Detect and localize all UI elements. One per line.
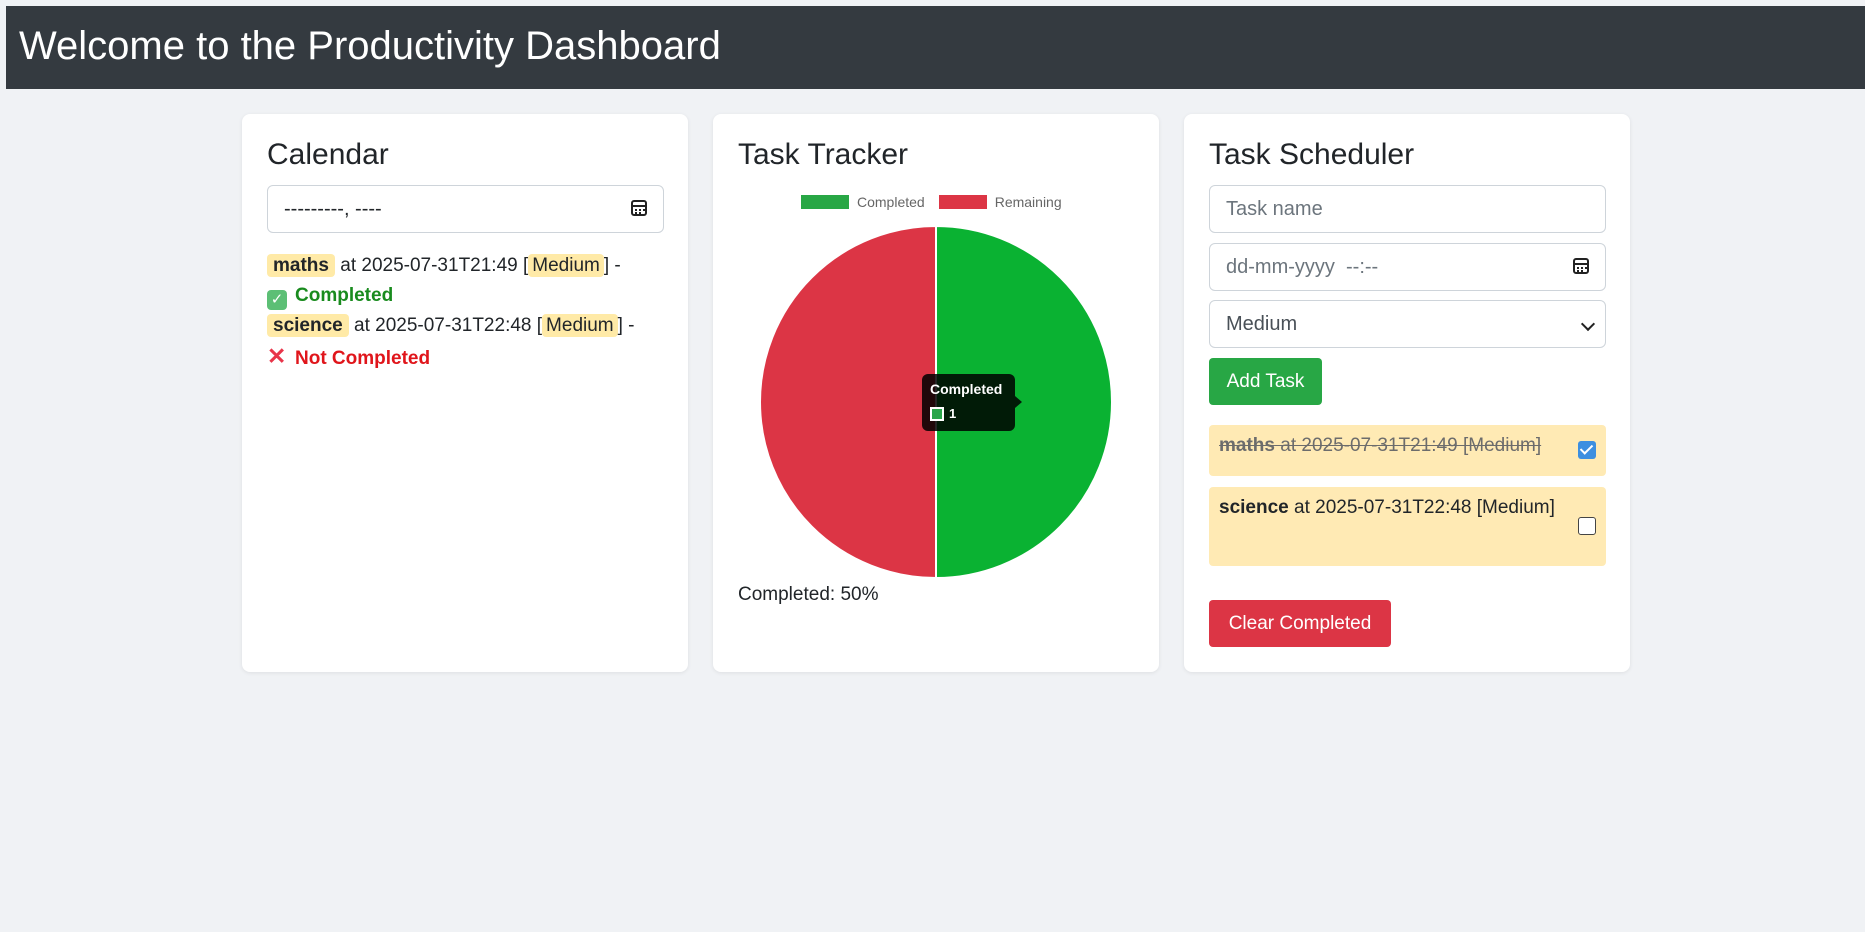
legend-label-completed: Completed [857,194,925,210]
task-item: science at 2025-07-31T22:48 [Medium] [1209,487,1606,566]
pie-slice-remaining[interactable] [759,224,937,580]
page-title: Welcome to the Productivity Dashboard [19,24,721,68]
chart-legend: Completed Remaining [801,194,1076,210]
priority-tag: Medium [528,254,604,277]
entry-suffix: ] - [617,315,635,336]
calendar-icon[interactable] [631,200,647,216]
task-item-details: at 2025-07-31T21:49 [Medium] [1274,435,1542,456]
add-task-button[interactable]: Add Task [1209,358,1322,405]
cross-emoji-icon: ✕ [267,343,287,369]
calendar-card: Calendar ---------, ---- maths at 2025-0… [242,114,688,672]
tooltip-title: Completed [930,381,1003,397]
check-emoji-icon: ✓ [267,290,287,310]
month-input-value: ---------, ---- [284,197,382,220]
calendar-entry-status: ✕ Not Completed [267,341,667,374]
task-name-input[interactable]: Task name [1209,185,1606,233]
calendar-icon[interactable] [1573,258,1589,274]
task-complete-checkbox[interactable] [1578,517,1596,535]
calendar-entry-status: ✓ Completed [267,281,667,311]
task-time: at 2025-07-31T22:48 [ [354,315,543,336]
scheduler-title: Task Scheduler [1209,138,1415,171]
datetime-placeholder: dd-mm-yyyy --:-- [1226,255,1379,278]
tracker-title: Task Tracker [738,138,909,171]
priority-selected: Medium [1226,312,1298,335]
tooltip-value: 1 [949,406,957,421]
task-scheduler-card: Task Scheduler Task name dd-mm-yyyy --:-… [1184,114,1630,672]
task-item: maths at 2025-07-31T21:49 [Medium] [1209,425,1606,476]
month-input[interactable]: ---------, ---- [267,185,664,233]
calendar-entry: science at 2025-07-31T22:48 [Medium] - [267,311,667,341]
chart-tooltip: Completed 1 [922,374,1022,431]
priority-select[interactable]: Medium [1209,300,1606,348]
task-complete-checkbox[interactable] [1578,441,1596,459]
task-name-placeholder: Task name [1226,197,1323,220]
page-header: Welcome to the Productivity Dashboard [6,6,1865,89]
chevron-down-icon [1580,316,1596,332]
task-tracker-card: Task Tracker Completed Remaining Complet… [713,114,1159,672]
clear-completed-button[interactable]: Clear Completed [1209,600,1391,647]
task-item-name: science [1219,497,1289,518]
legend-label-remaining: Remaining [994,194,1062,210]
task-item-details: at 2025-07-31T22:48 [Medium] [1288,497,1555,518]
legend-item-completed[interactable]: Completed [801,194,925,210]
entry-suffix: ] - [603,255,621,276]
status-not-completed: Not Completed [295,348,431,369]
legend-swatch-remaining [938,195,987,209]
calendar-title: Calendar [267,138,389,171]
legend-swatch-completed [801,195,849,209]
priority-tag: Medium [542,314,618,337]
task-item-name: maths [1219,435,1275,456]
task-name-tag: science [267,314,349,337]
completed-percentage: Completed: 50% [738,584,879,605]
calendar-entry: maths at 2025-07-31T21:49 [Medium] - [267,251,667,281]
calendar-entry-list: maths at 2025-07-31T21:49 [Medium] - ✓ Co… [267,251,667,374]
legend-item-remaining[interactable]: Remaining [938,194,1062,210]
task-time: at 2025-07-31T21:49 [ [340,255,529,276]
tooltip-swatch [930,407,944,421]
status-completed: Completed [295,285,394,306]
task-name-tag: maths [267,254,335,277]
task-datetime-input[interactable]: dd-mm-yyyy --:-- [1209,243,1606,291]
